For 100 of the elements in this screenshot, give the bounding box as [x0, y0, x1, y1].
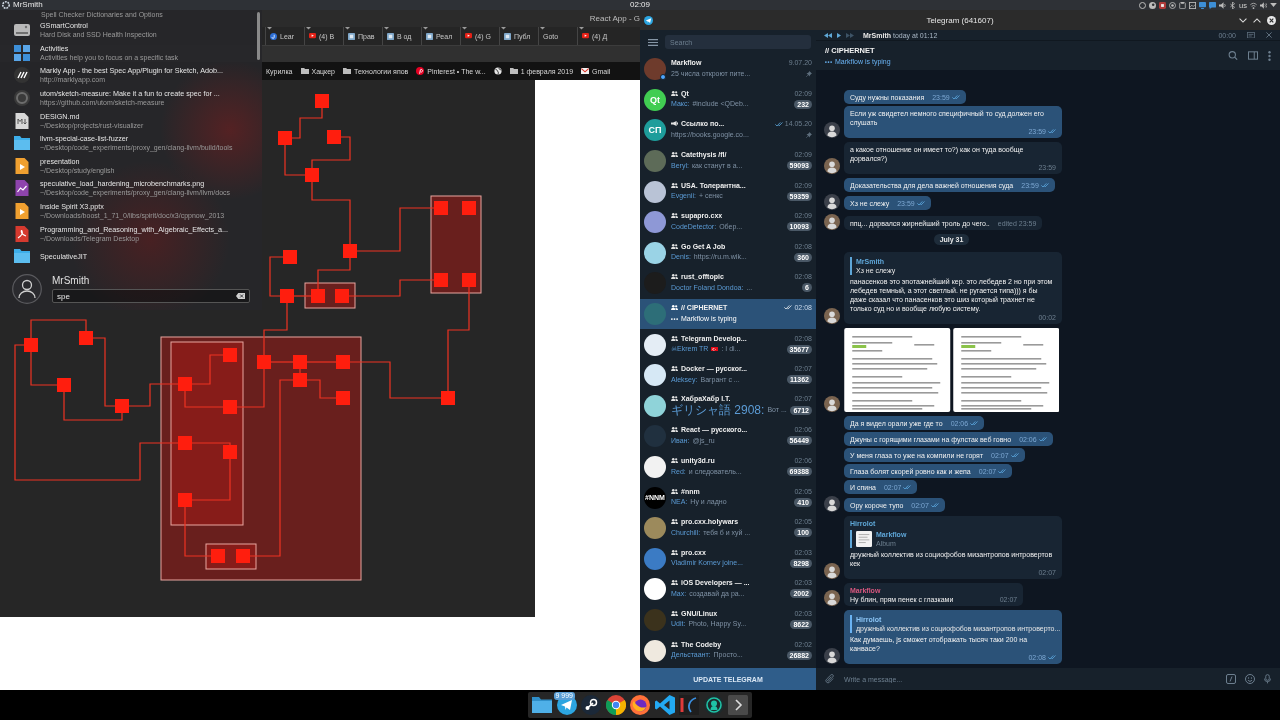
graph-node[interactable] — [335, 289, 349, 303]
document-screenshot[interactable] — [952, 328, 1059, 412]
chevron-right-icon[interactable] — [728, 695, 748, 715]
connector-line — [311, 181, 351, 245]
next-track-icon[interactable] — [846, 32, 854, 38]
avatar-icon[interactable] — [824, 194, 840, 210]
search-icon[interactable] — [1228, 51, 1238, 60]
sidebar-icon[interactable] — [1248, 51, 1258, 60]
graph-node[interactable] — [178, 377, 192, 391]
graph-node[interactable] — [257, 355, 271, 369]
monitor-icon[interactable] — [1199, 1, 1207, 9]
avatar-icon[interactable] — [824, 590, 840, 606]
curve-tile-icon[interactable] — [679, 695, 699, 715]
caret-down-icon[interactable] — [1270, 3, 1277, 7]
bluetooth-icon[interactable] — [1229, 1, 1237, 9]
search-field[interactable]: spe — [52, 289, 250, 303]
graph-node[interactable] — [223, 348, 237, 362]
graph-node[interactable] — [327, 130, 341, 144]
flame-circle-icon[interactable] — [630, 695, 650, 715]
paperclip-icon[interactable] — [825, 674, 835, 684]
speaker-icon[interactable] — [1219, 1, 1227, 9]
graph-node[interactable] — [462, 273, 476, 287]
playlist-icon[interactable] — [1247, 31, 1255, 39]
play-icon[interactable] — [837, 32, 841, 38]
segmented-circle-icon[interactable] — [605, 695, 626, 715]
clear-icon[interactable] — [236, 293, 245, 299]
ring-icon[interactable] — [1139, 1, 1147, 9]
folder-icon — [300, 67, 309, 75]
connector-line — [30, 319, 87, 339]
avatar-icon[interactable] — [824, 396, 840, 412]
node-group[interactable] — [160, 336, 362, 581]
avatar-icon[interactable] — [824, 214, 840, 230]
graph-node[interactable] — [434, 273, 448, 287]
connector-line — [306, 361, 337, 363]
avatar-icon[interactable] — [824, 648, 840, 664]
clipboard-icon[interactable] — [1179, 1, 1187, 9]
graph-node[interactable] — [293, 355, 307, 369]
code-ribbon-icon[interactable] — [654, 695, 675, 715]
wifi-icon[interactable] — [1250, 1, 1257, 9]
graph-node[interactable] — [278, 131, 292, 145]
slides-file-icon — [14, 203, 30, 220]
graph-node[interactable] — [236, 549, 250, 563]
graph-node[interactable] — [441, 391, 455, 405]
avatar-icon[interactable] — [824, 563, 840, 579]
target-icon[interactable] — [1169, 1, 1177, 9]
graph-node[interactable] — [283, 250, 297, 264]
graph-node[interactable] — [336, 391, 350, 405]
search-input[interactable]: spe — [57, 291, 232, 301]
picture-icon[interactable] — [1189, 1, 1197, 9]
graph-node[interactable] — [115, 399, 129, 413]
launcher-button[interactable]: MrSmith — [2, 0, 43, 10]
node-group[interactable] — [304, 282, 356, 309]
volume-icon[interactable] — [1260, 1, 1267, 9]
graph-node[interactable] — [24, 338, 38, 352]
emoji-icon[interactable] — [1245, 674, 1255, 684]
avatar-icon[interactable] — [824, 122, 840, 138]
graph-node[interactable] — [315, 94, 329, 108]
graph-node[interactable] — [223, 400, 237, 414]
graph-node[interactable] — [280, 289, 294, 303]
connector-line — [263, 302, 288, 356]
graph-node[interactable] — [178, 436, 192, 450]
avatar-icon[interactable] — [824, 308, 840, 324]
disc-icon[interactable] — [1149, 1, 1157, 9]
chat-bubble-icon[interactable] — [1209, 1, 1217, 9]
round-badge-icon[interactable] — [703, 695, 724, 715]
microphone-icon[interactable] — [1264, 674, 1271, 684]
avatar-icon[interactable] — [824, 496, 840, 512]
node-group[interactable] — [170, 341, 244, 526]
megaphone-icon — [671, 121, 678, 127]
graph-node[interactable] — [462, 201, 476, 215]
square-badge-icon[interactable] — [1159, 1, 1167, 9]
bookmark-item[interactable] — [493, 67, 502, 75]
play-button-icon — [309, 33, 316, 39]
minimize-icon[interactable] — [1239, 17, 1247, 23]
node-group[interactable] — [430, 195, 482, 294]
group-icon — [671, 519, 678, 525]
connector-line — [284, 144, 306, 176]
command-icon[interactable] — [1226, 674, 1236, 684]
previous-track-icon[interactable] — [824, 32, 832, 38]
graph-node[interactable] — [311, 289, 325, 303]
graph-node[interactable] — [343, 244, 357, 258]
scrollbar[interactable] — [257, 12, 260, 60]
disc-icon[interactable] — [581, 695, 601, 715]
graph-node[interactable] — [223, 445, 237, 459]
graph-node[interactable] — [211, 549, 225, 563]
avatar-icon[interactable] — [824, 158, 840, 174]
folder-icon[interactable] — [532, 695, 552, 715]
graph-node[interactable] — [57, 378, 71, 392]
node-group[interactable] — [205, 543, 257, 570]
graph-node[interactable] — [336, 355, 350, 369]
menu-icon[interactable] — [648, 38, 658, 46]
graph-node[interactable] — [79, 331, 93, 345]
paper-plane-icon — [644, 15, 653, 25]
graph-node[interactable] — [305, 168, 319, 182]
graph-node[interactable] — [434, 201, 448, 215]
maximize-icon[interactable] — [1253, 17, 1261, 23]
graph-node[interactable] — [178, 493, 192, 507]
more-icon[interactable] — [1268, 50, 1271, 61]
graph-node[interactable] — [293, 373, 307, 387]
close-icon[interactable] — [1267, 15, 1276, 25]
